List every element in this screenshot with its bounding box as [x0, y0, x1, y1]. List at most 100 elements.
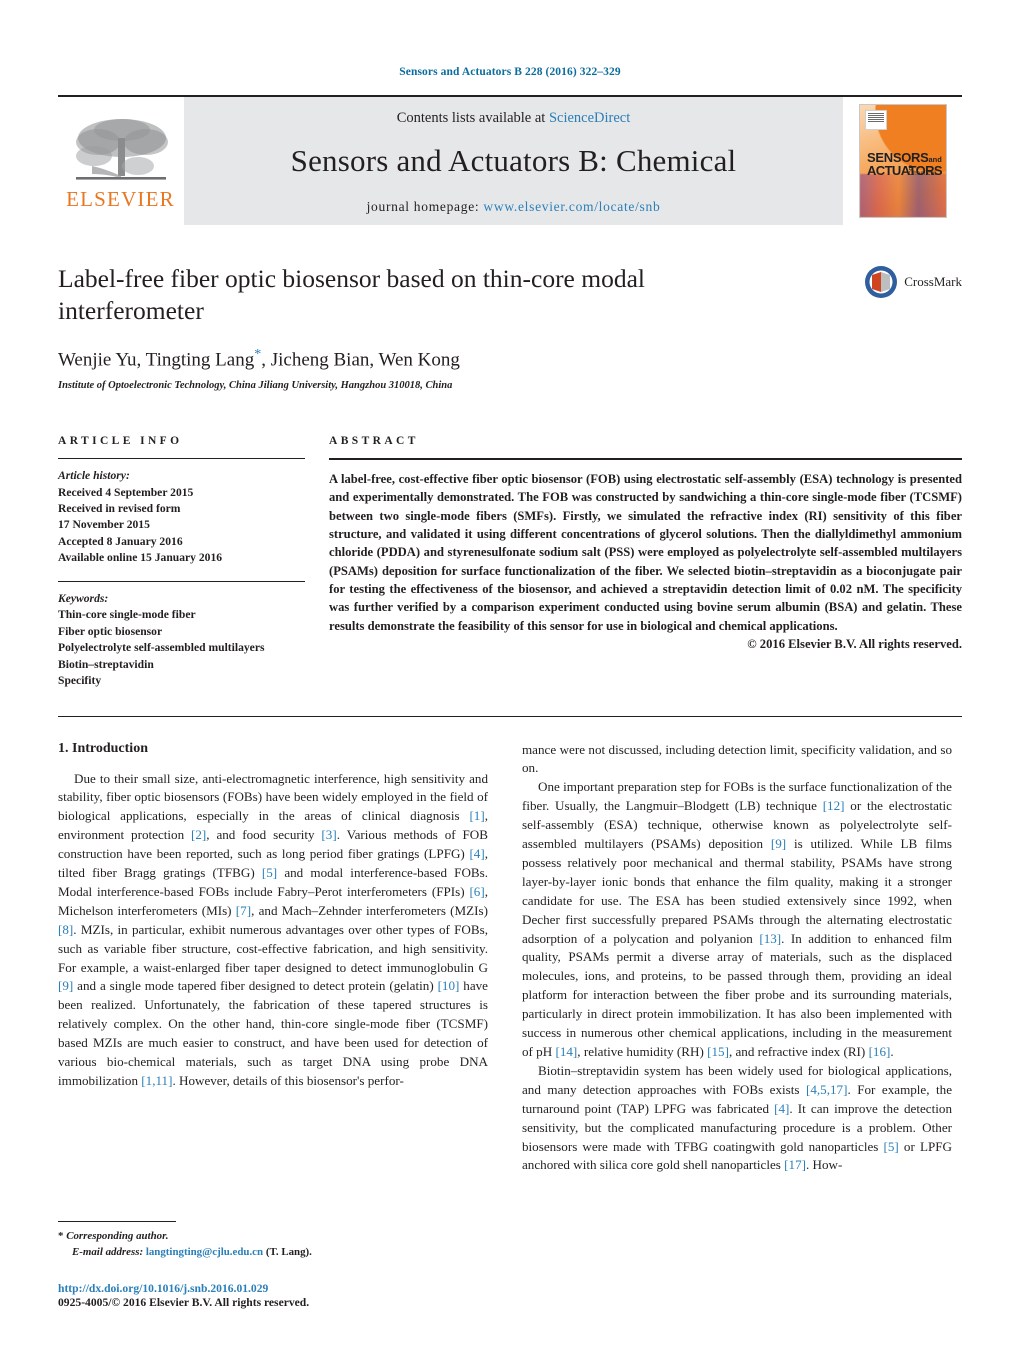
right-column-paragraphs: mance were not discussed, including dete… [522, 741, 952, 1176]
paragraph-text: . In addition to enhanced film quality, … [522, 930, 953, 1060]
citation-link[interactable]: [9] [58, 978, 73, 993]
title-block: Label-free fiber optic biosensor based o… [58, 263, 962, 391]
left-column-paragraphs: Due to their small size, anti-electromag… [58, 770, 488, 1091]
body-paragraph: One important preparation step for FOBs … [522, 778, 952, 1062]
abstract-column: ABSTRACT A label-free, cost-effective fi… [329, 435, 962, 689]
citation-link[interactable]: [4] [774, 1101, 789, 1116]
corresponding-author-note: * Corresponding author. E-mail address: … [58, 1229, 488, 1261]
paragraph-text: Due to their small size, anti-electromag… [58, 770, 488, 824]
section-heading-introduction: 1. Introduction [58, 740, 148, 756]
journal-cover-thumbnail: SENSORSand ACTUATORS B Chemical [844, 97, 962, 225]
paragraph-text: mance were not discussed, including dete… [522, 741, 952, 776]
paragraph-text: , relative humidity (RH) [577, 1044, 708, 1060]
paragraph-text: . MZIs, in particular, exhibit numerous … [58, 921, 488, 975]
elsevier-wordmark: ELSEVIER [66, 187, 175, 211]
paragraph-text: , and Mach–Zehnder interferometers (MZIs… [251, 902, 488, 918]
article-info-column: ARTICLE INFO Article history: Received 4… [58, 435, 305, 689]
masthead-center: Contents lists available at ScienceDirec… [183, 97, 844, 225]
citation-link[interactable]: [5] [262, 865, 277, 880]
contents-prefix: Contents lists available at [396, 109, 549, 126]
homepage-label: journal homepage: [366, 198, 480, 214]
keyword-item: Biotin–streptavidin [58, 657, 154, 671]
keyword-item: Polyelectrolyte self-assembled multilaye… [58, 641, 265, 655]
citation-link[interactable]: [10] [438, 978, 460, 993]
article-info-rule [58, 458, 305, 460]
article-history-label: Article history: [58, 469, 130, 483]
citation-link[interactable]: [3] [321, 827, 336, 842]
author-names-rest: , Jicheng Bian, Wen Kong [261, 349, 460, 371]
contents-available-line: Contents lists available at ScienceDirec… [397, 110, 631, 127]
citation-link[interactable]: [14] [555, 1044, 577, 1059]
corresponding-author-line: * Corresponding author. [58, 1229, 488, 1245]
email-label: E-mail address: [72, 1246, 144, 1259]
keyword-item: Fiber optic biosensor [58, 624, 163, 638]
history-item: Available online 15 January 2016 [58, 551, 223, 565]
author-list: Wenjie Yu, Tingting Lang*, Jicheng Bian,… [58, 347, 962, 371]
email-suffix: (T. Lang). [265, 1246, 312, 1259]
keywords-label: Keywords: [58, 591, 109, 605]
paragraph-text: . How- [805, 1157, 843, 1173]
abstract-heading: ABSTRACT [329, 435, 419, 448]
citation-link[interactable]: [17] [784, 1157, 806, 1172]
citation-link[interactable]: [13] [759, 931, 781, 946]
article-page: Sensors and Actuators B 228 (2016) 322–3… [0, 0, 1020, 1351]
article-info-separator [58, 580, 305, 582]
citation-link[interactable]: [9] [771, 836, 786, 851]
keyword-item: Thin-core single-mode fiber [58, 608, 196, 622]
footnote-marker: * [58, 1230, 64, 1243]
crossmark-label: CrossMark [904, 274, 962, 289]
history-item: Accepted 8 January 2016 [58, 534, 183, 548]
affiliation: Institute of Optoelectronic Technology, … [58, 380, 453, 392]
corresponding-author-label: Corresponding author. [66, 1230, 169, 1243]
abstract-copyright: © 2016 Elsevier B.V. All rights reserved… [747, 636, 962, 651]
citation-link[interactable]: [7] [236, 903, 251, 918]
cover-letter-sub: Chemical [908, 170, 936, 177]
citation-link[interactable]: [1] [469, 808, 484, 823]
citation-link[interactable]: [8] [58, 922, 73, 937]
sciencedirect-link[interactable]: ScienceDirect [549, 110, 630, 126]
cover-elsevier-badge-icon [865, 110, 887, 130]
body-paragraph: Biotin–streptavidin system has been wide… [522, 1062, 952, 1175]
email-link[interactable]: langtingting@cjlu.edu.cn [146, 1246, 263, 1258]
crossmark-icon [865, 266, 898, 298]
crossmark-badge[interactable]: CrossMark [864, 265, 962, 299]
article-history-group: Article history: Received 4 September 20… [58, 468, 305, 567]
paragraph-text: . However, details of this biosensor's p… [172, 1073, 404, 1089]
citation-link[interactable]: [15] [707, 1044, 729, 1059]
citation-link[interactable]: [5] [884, 1139, 899, 1154]
history-item: Received 4 September 2015 [58, 485, 194, 499]
abstract-text: A label-free, cost-effective fiber optic… [329, 472, 962, 633]
homepage-url-link[interactable]: www.elsevier.com/locate/snb [483, 199, 660, 214]
citation-link[interactable]: [12] [823, 798, 845, 813]
keyword-item: Specifity [58, 674, 102, 688]
email-line: E-mail address: langtingting@cjlu.edu.cn… [58, 1245, 488, 1261]
citation-link[interactable]: [4] [469, 846, 484, 861]
body-column-left: 1. Introduction Due to their small size,… [58, 741, 488, 1176]
running-head: Sensors and Actuators B 228 (2016) 322–3… [399, 66, 621, 78]
page-footnote: * Corresponding author. E-mail address: … [58, 1221, 488, 1309]
abstract-bottom-rule [58, 715, 962, 717]
journal-masthead: ELSEVIER Contents lists available at Sci… [58, 95, 962, 225]
info-abstract-section: ARTICLE INFO Article history: Received 4… [58, 435, 962, 689]
cover-image: SENSORSand ACTUATORS B Chemical [859, 104, 947, 218]
citation-link[interactable]: [1,11] [141, 1073, 172, 1088]
article-info-heading: ARTICLE INFO [58, 435, 183, 448]
doi-link[interactable]: http://dx.doi.org/10.1016/j.snb.2016.01.… [58, 1282, 488, 1295]
citation-link[interactable]: [4,5,17] [806, 1082, 847, 1097]
citation-link[interactable]: [2] [191, 827, 206, 842]
cover-noise-band [860, 174, 946, 217]
issn-copyright-line: 0925-4005/© 2016 Elsevier B.V. All right… [58, 1296, 310, 1309]
citation-link[interactable]: [16] [869, 1044, 891, 1059]
journal-title: Sensors and Actuators B: Chemical [290, 142, 737, 178]
body-paragraph: mance were not discussed, including dete… [522, 741, 952, 779]
paragraph-text: and a single mode tapered fiber designed… [73, 978, 438, 994]
elsevier-tree-icon [75, 119, 168, 180]
journal-homepage-line: journal homepage: www.elsevier.com/locat… [367, 199, 661, 215]
history-item: Received in revised form [58, 501, 181, 515]
body-paragraph: Due to their small size, anti-electromag… [58, 770, 488, 1091]
citation-link[interactable]: [6] [469, 884, 484, 899]
elsevier-logo: ELSEVIER [58, 97, 183, 225]
paragraph-text: have been realized. Unfortunately, the f… [58, 978, 488, 1089]
abstract-rule [329, 458, 962, 461]
author-names-first: Wenjie Yu, Tingting Lang [58, 349, 255, 371]
